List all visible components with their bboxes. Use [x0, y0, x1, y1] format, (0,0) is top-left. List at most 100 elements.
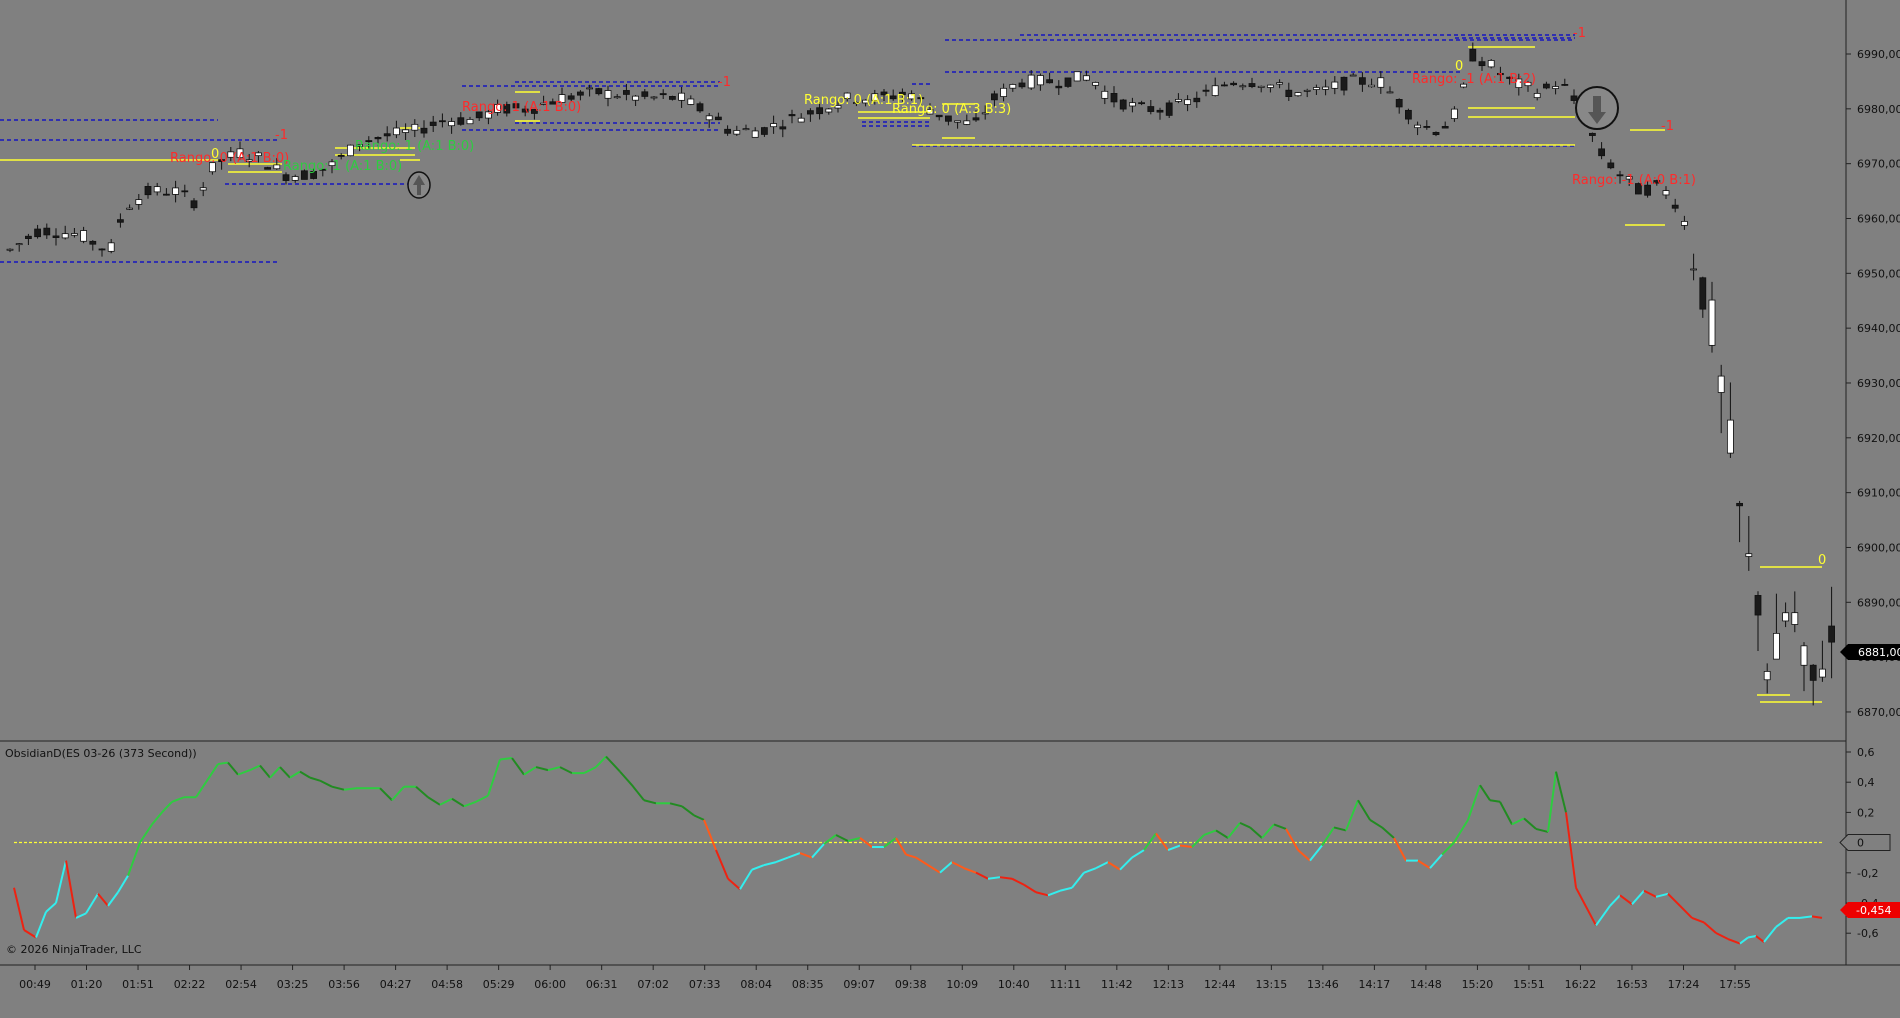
candle-body[interactable] — [80, 230, 87, 242]
candle-body[interactable] — [71, 233, 78, 236]
candle-body[interactable] — [816, 107, 823, 115]
candle-body[interactable] — [181, 190, 189, 193]
candle-body[interactable] — [1147, 106, 1155, 112]
candle-body[interactable] — [1193, 97, 1201, 103]
candle-body[interactable] — [126, 207, 133, 210]
candle-body[interactable] — [1000, 87, 1007, 97]
candle-body[interactable] — [1699, 277, 1707, 310]
candle-body[interactable] — [1285, 89, 1293, 97]
candle-body[interactable] — [135, 199, 143, 205]
candle-body[interactable] — [641, 91, 649, 97]
candle-body[interactable] — [1405, 109, 1412, 120]
candle-body[interactable] — [1340, 76, 1348, 91]
candle-body[interactable] — [1800, 645, 1808, 666]
candle-body[interactable] — [420, 127, 428, 134]
candle-body[interactable] — [1598, 148, 1605, 157]
candle-body[interactable] — [1451, 108, 1458, 119]
zero-marker-badge[interactable] — [1839, 834, 1891, 851]
price-axis[interactable]: 6990,00 6980,00 6970,00 6960,00 6950,00 6940,… — [1840, 48, 1900, 719]
candle-body[interactable] — [1773, 632, 1780, 660]
candle-body[interactable] — [577, 91, 584, 96]
candle-body[interactable] — [1018, 82, 1026, 88]
candle-body[interactable] — [466, 119, 474, 125]
candle-body[interactable] — [1101, 90, 1109, 99]
candle-body[interactable] — [34, 228, 41, 238]
candle-body[interactable] — [669, 96, 676, 100]
candle-body[interactable] — [1782, 612, 1789, 622]
candle-body[interactable] — [153, 186, 161, 193]
candle-body[interactable] — [1119, 99, 1127, 110]
candle-body[interactable] — [1156, 109, 1164, 113]
candle-body[interactable] — [1027, 74, 1035, 89]
candle-body[interactable] — [1708, 299, 1716, 346]
candle-body[interactable] — [1791, 612, 1799, 625]
candle-body[interactable] — [972, 117, 980, 121]
candle-body[interactable] — [770, 123, 777, 128]
candle-body[interactable] — [61, 233, 69, 239]
candle-body[interactable] — [1073, 71, 1081, 82]
candle-body[interactable] — [567, 95, 575, 100]
candle-body[interactable] — [1717, 375, 1725, 393]
candle-body[interactable] — [1533, 93, 1541, 99]
candle-body[interactable] — [1138, 102, 1145, 105]
candle-body[interactable] — [696, 103, 704, 112]
candle-body[interactable] — [1414, 124, 1421, 129]
candle-body[interactable] — [779, 126, 787, 130]
candle-body[interactable] — [1561, 84, 1569, 86]
candle-body[interactable] — [1395, 99, 1403, 108]
candle-body[interactable] — [1478, 61, 1486, 67]
candle-body[interactable] — [1681, 221, 1688, 226]
candle-body[interactable] — [1313, 87, 1320, 90]
candle-body[interactable] — [1239, 85, 1247, 88]
candle-body[interactable] — [705, 115, 713, 121]
candle-body[interactable] — [1607, 162, 1615, 169]
candle-body[interactable] — [107, 242, 115, 252]
candle-body[interactable] — [1736, 502, 1743, 507]
candle-body[interactable] — [429, 121, 437, 126]
candle-body[interactable] — [1809, 664, 1817, 681]
candle-body[interactable] — [1432, 131, 1440, 136]
candle-body[interactable] — [1165, 102, 1173, 116]
candle-body[interactable] — [586, 87, 593, 90]
candle-body[interactable] — [438, 120, 446, 123]
candle-body[interactable] — [604, 90, 612, 99]
candle-body[interactable] — [1377, 77, 1385, 88]
candle-body[interactable] — [1349, 74, 1357, 77]
candle-body[interactable] — [411, 123, 419, 131]
candle-body[interactable] — [1211, 85, 1219, 96]
candle-body[interactable] — [1037, 75, 1044, 86]
candle-body[interactable] — [15, 243, 23, 246]
up-arrow-signal[interactable] — [407, 171, 431, 199]
candle-body[interactable] — [687, 98, 695, 105]
candle-body[interactable] — [678, 92, 685, 101]
candle-body[interactable] — [1386, 91, 1394, 94]
candle-body[interactable] — [1083, 75, 1090, 81]
candle-body[interactable] — [1257, 85, 1265, 88]
candle-body[interactable] — [650, 96, 658, 99]
candle-body[interactable] — [1662, 190, 1670, 196]
candle-body[interactable] — [89, 240, 97, 245]
candle-body[interactable] — [144, 186, 152, 196]
candle-body[interactable] — [1322, 86, 1329, 90]
candle-body[interactable] — [1184, 99, 1191, 105]
candle-body[interactable] — [807, 110, 814, 115]
candle-body[interactable] — [52, 235, 60, 238]
candle-body[interactable] — [392, 127, 400, 136]
candle-body[interactable] — [1819, 668, 1826, 678]
candle-body[interactable] — [1469, 48, 1477, 62]
candle-body[interactable] — [1745, 553, 1753, 557]
candle-body[interactable] — [1331, 81, 1339, 89]
candle-body[interactable] — [1294, 92, 1302, 97]
candle-body[interactable] — [199, 187, 207, 191]
candle-body[interactable] — [117, 219, 124, 223]
indicator-axis[interactable]: 0,60,40,20-0,2-0,4-0,60-0,454 — [1839, 746, 1900, 940]
candle-body[interactable] — [825, 108, 833, 113]
candle-body[interactable] — [1671, 204, 1679, 209]
candle-body[interactable] — [1046, 79, 1053, 84]
candle-body[interactable] — [1230, 82, 1237, 86]
candle-body[interactable] — [448, 121, 456, 127]
candle-body[interactable] — [1248, 83, 1256, 88]
candle-body[interactable] — [337, 154, 345, 157]
candle-body[interactable] — [797, 117, 805, 123]
candle-body[interactable] — [659, 93, 667, 96]
